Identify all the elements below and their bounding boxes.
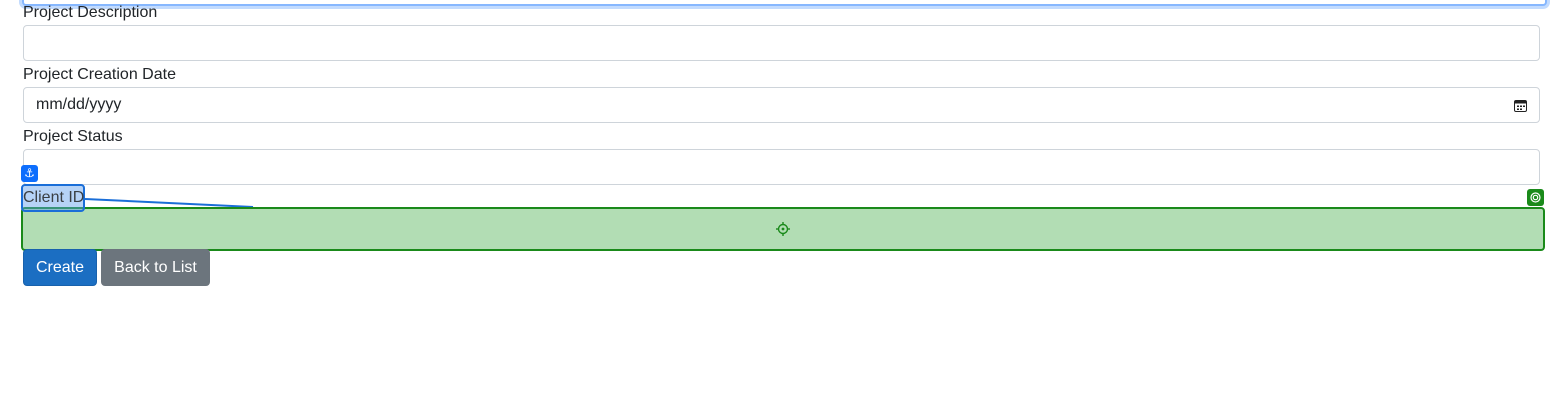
calendar-icon[interactable] [1514,99,1527,112]
project-status-input[interactable] [23,149,1540,185]
project-creation-date-input[interactable]: mm/dd/yyyy [23,87,1540,123]
date-placeholder: mm/dd/yyyy [36,96,122,113]
project-creation-date-label: Project Creation Date [23,66,176,83]
anchor-icon: ⚓ [21,165,38,182]
previous-input-focused[interactable] [22,0,1547,6]
crosshair-icon [776,222,790,236]
target-icon [1527,189,1544,206]
project-status-label: Project Status [23,128,123,145]
project-description-label: Project Description [23,4,158,21]
client-id-label: Client ID [23,189,85,206]
create-button[interactable]: Create [23,249,97,286]
project-description-input[interactable] [23,25,1540,61]
back-to-list-button[interactable]: Back to List [101,249,210,286]
